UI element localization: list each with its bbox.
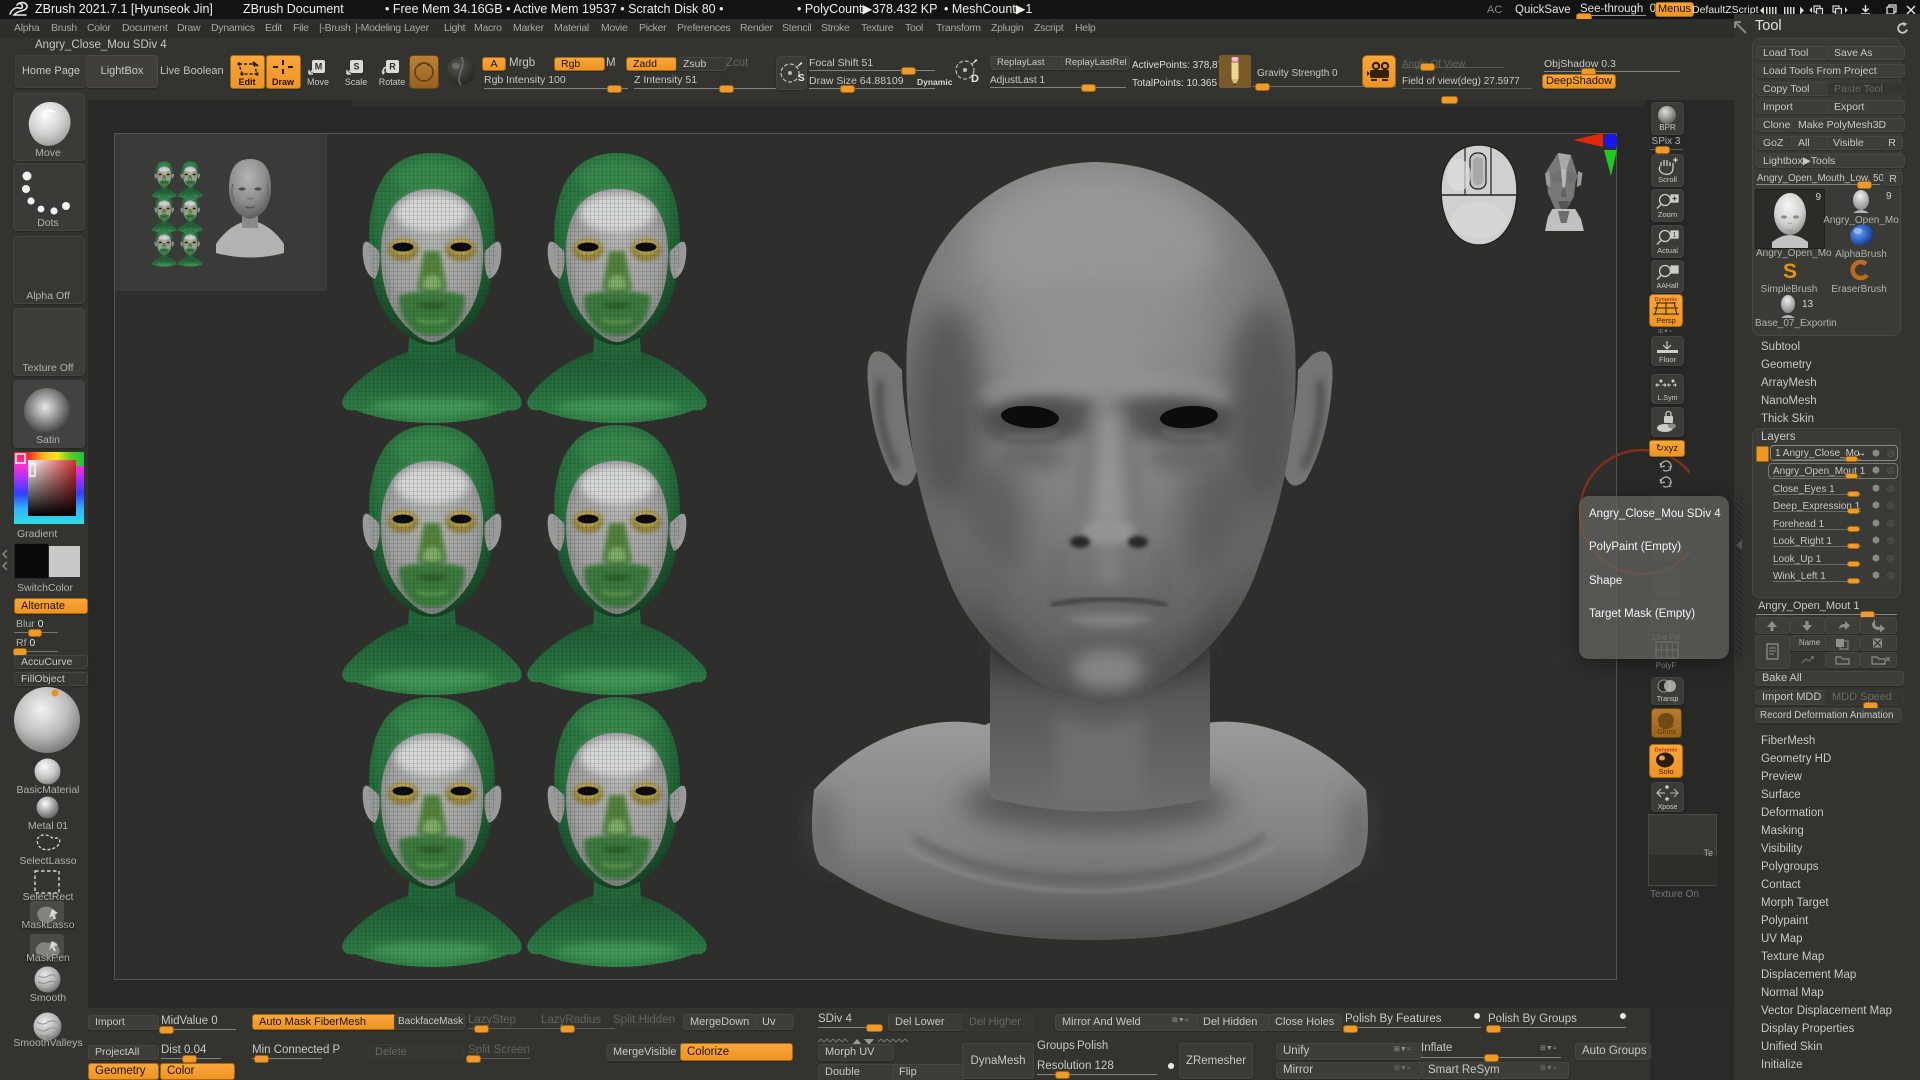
svg-text:M: M: [315, 62, 323, 72]
svg-text:Scale: Scale: [345, 77, 368, 87]
svg-text:Z: Z: [1668, 482, 1673, 488]
svg-text:Ghost: Ghost: [1657, 729, 1676, 736]
svg-text:Persp: Persp: [1656, 316, 1676, 325]
svg-text:Zoom: Zoom: [1658, 210, 1677, 219]
svg-text:BPR: BPR: [1659, 123, 1676, 132]
svg-text:R: R: [389, 62, 396, 72]
svg-text:D: D: [971, 73, 979, 85]
svg-text:S: S: [353, 62, 359, 72]
svg-text:Xpose: Xpose: [1658, 804, 1678, 811]
svg-text:1: 1: [1673, 232, 1677, 239]
svg-text:S: S: [798, 73, 805, 84]
svg-text:L.Sym: L.Sym: [1658, 395, 1678, 402]
svg-text:Floor: Floor: [1659, 355, 1677, 364]
svg-text:AAHalf: AAHalf: [1657, 283, 1679, 290]
svg-text:Scroll: Scroll: [1658, 175, 1677, 184]
svg-text:Edit: Edit: [239, 77, 256, 87]
svg-text:Actual: Actual: [1657, 246, 1678, 255]
svg-text:Transp: Transp: [1657, 696, 1679, 703]
svg-text:Y: Y: [1668, 466, 1673, 472]
svg-text:Solo: Solo: [1658, 767, 1673, 776]
svg-text:Rotate: Rotate: [379, 77, 406, 87]
svg-text:Draw: Draw: [272, 77, 295, 87]
svg-text:S: S: [1783, 260, 1797, 283]
svg-text:Move: Move: [307, 77, 329, 87]
